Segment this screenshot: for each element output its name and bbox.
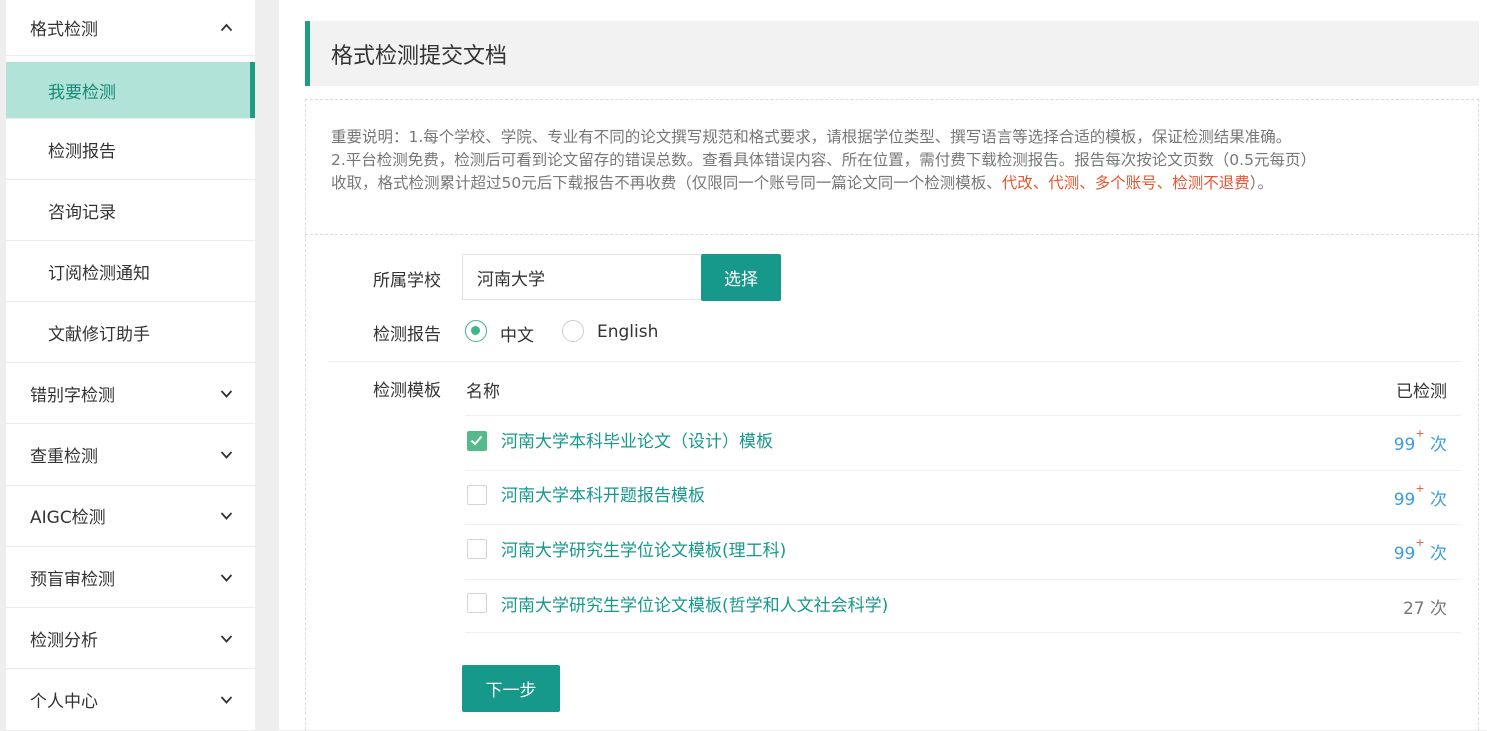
row-divider (465, 579, 1461, 580)
sidebar-item-revision-assistant[interactable]: 文献修订助手 (6, 302, 255, 363)
template-checkbox-checked[interactable] (467, 431, 487, 451)
chevron-down-icon (219, 509, 233, 523)
select-school-button[interactable]: 选择 (701, 254, 781, 301)
template-count: 99+ 次 (1393, 427, 1447, 455)
template-name[interactable]: 河南大学本科毕业论文（设计）模板 (501, 427, 773, 452)
row-divider (465, 470, 1461, 471)
template-name[interactable]: 河南大学研究生学位论文模板(理工科) (501, 536, 786, 561)
school-label: 所属学校 (373, 271, 441, 291)
chevron-down-icon (219, 631, 233, 645)
sidebar-item-label: 检测报告 (48, 141, 116, 162)
notice-line-3-prefix: 收取，格式检测累计超过50元后下载报告不再收费（仅限同一个账号同一篇论文同一个检… (331, 174, 1002, 192)
menu-group-typo-check[interactable]: 错别字检测 (6, 363, 255, 425)
notice-line-2: 2.平台检测免费，检测后可看到论文留存的错误总数。查看具体错误内容、所在位置，需… (331, 151, 1316, 169)
row-divider (465, 632, 1461, 633)
template-checkbox[interactable] (467, 485, 487, 505)
menu-group-aigc-check[interactable]: AIGC检测 (6, 486, 255, 547)
sidebar-item-consult[interactable]: 咨询记录 (6, 180, 255, 241)
template-name[interactable]: 河南大学本科开题报告模板 (501, 481, 705, 506)
column-header-name: 名称 (466, 382, 500, 402)
notice-line-3: 收取，格式检测累计超过50元后下载报告不再收费（仅限同一个账号同一篇论文同一个检… (331, 172, 1454, 195)
chevron-down-icon (219, 693, 233, 707)
menu-group-analysis[interactable]: 检测分析 (6, 608, 255, 670)
menu-group-label: 个人中心 (30, 692, 98, 713)
sidebar-item-label: 订阅检测通知 (48, 263, 150, 284)
sidebar-item-label: 我要检测 (48, 82, 116, 103)
sidebar-item-report[interactable]: 检测报告 (6, 119, 255, 180)
sidebar-item-subscribe[interactable]: 订阅检测通知 (6, 241, 255, 302)
radio-chinese[interactable] (465, 320, 487, 342)
chevron-down-icon (219, 570, 233, 584)
row-divider (465, 415, 1461, 416)
template-count: 27 次 (1402, 599, 1447, 619)
menu-group-label: 格式检测 (30, 20, 98, 40)
notice-box: 重要说明：1.每个学校、学院、专业有不同的论文撰写规范和格式要求，请根据学位类型… (305, 99, 1479, 235)
divider (328, 361, 1461, 362)
menu-group-label: AIGC检测 (30, 508, 106, 529)
template-label: 检测模板 (373, 381, 441, 401)
menu-group-format-check[interactable]: 格式检测 (6, 0, 255, 56)
check-icon (470, 435, 483, 446)
menu-group-personal-center[interactable]: 个人中心 (6, 669, 255, 731)
report-label: 检测报告 (373, 325, 441, 345)
template-checkbox[interactable] (467, 593, 487, 613)
next-step-button[interactable]: 下一步 (462, 665, 560, 712)
sidebar-item-my-check[interactable]: 我要检测 (6, 62, 255, 119)
page-title: 格式检测提交文档 (305, 21, 1479, 86)
radio-chinese-label[interactable]: 中文 (500, 321, 534, 346)
row-divider (465, 524, 1461, 525)
template-name[interactable]: 河南大学研究生学位论文模板(哲学和人文社会科学) (501, 591, 888, 616)
notice-line-3-suffix: ）。 (1249, 174, 1274, 192)
menu-group-blind-review[interactable]: 预盲审检测 (6, 547, 255, 609)
radio-english[interactable] (562, 320, 584, 342)
main-panel: 格式检测提交文档 重要说明：1.每个学校、学院、专业有不同的论文撰写规范和格式要… (279, 0, 1487, 730)
sidebar-item-label: 文献修订助手 (48, 324, 150, 345)
menu-group-label: 预盲审检测 (30, 569, 115, 590)
form-area: 所属学校 选择 检测报告 中文 English 检测模板 名称 已检测 河南大学… (305, 234, 1479, 730)
chevron-up-icon (219, 21, 233, 35)
template-checkbox[interactable] (467, 539, 487, 559)
template-count: 99+ 次 (1393, 482, 1447, 510)
column-header-count: 已检测 (1396, 382, 1447, 402)
notice-line-1: 重要说明：1.每个学校、学院、专业有不同的论文撰写规范和格式要求，请根据学位类型… (331, 128, 1292, 146)
menu-group-duplicate-check[interactable]: 查重检测 (6, 424, 255, 486)
sidebar-item-label: 咨询记录 (48, 202, 116, 223)
menu-group-label: 错别字检测 (30, 385, 115, 406)
chevron-down-icon (219, 447, 233, 461)
notice-warning-text: 代改、代测、多个账号、检测不退费 (1001, 174, 1250, 192)
school-input[interactable] (462, 254, 702, 300)
menu-group-label: 检测分析 (30, 630, 98, 651)
template-count: 99+ 次 (1393, 536, 1447, 564)
radio-english-label[interactable]: English (597, 322, 658, 342)
sidebar: 格式检测 我要检测 检测报告 咨询记录 订阅检测通知 文献修订助手 错别字检测 … (6, 0, 255, 731)
chevron-down-icon (219, 386, 233, 400)
menu-group-label: 查重检测 (30, 446, 98, 467)
